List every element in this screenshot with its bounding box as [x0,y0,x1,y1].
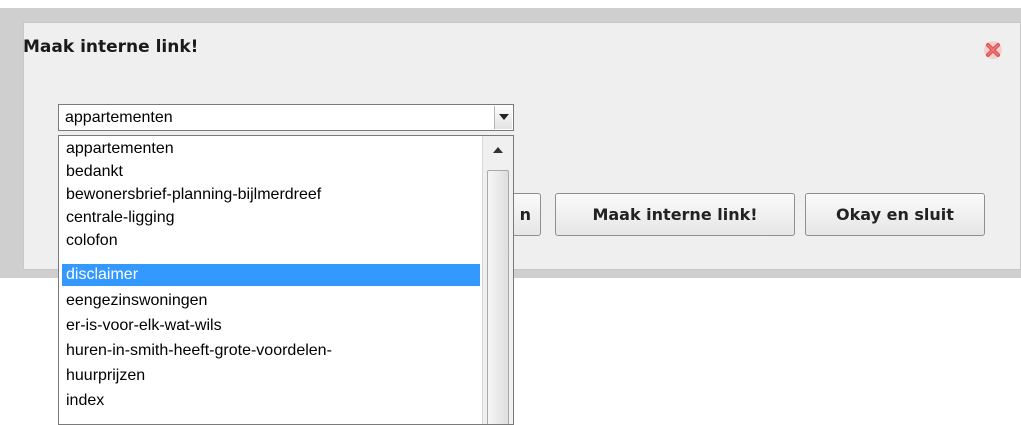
close-icon[interactable] [983,40,1003,60]
option-huren-in-smith[interactable]: huren-in-smith-heeft-grote-voordelen- [62,340,480,362]
make-internal-link-button[interactable]: Maak interne link! [555,193,795,236]
option-index[interactable]: index [62,390,480,412]
make-internal-link-button-label: Maak interne link! [592,205,758,224]
partially-hidden-button-label: n [519,205,531,224]
okay-close-button[interactable]: Okay en sluit [805,193,985,236]
option-disclaimer[interactable]: disclaimer [62,264,480,286]
option-bewonersbrief[interactable]: bewonersbrief-planning-bijlmerdreef [62,184,480,206]
option-huurprijzen[interactable]: huurprijzen [62,365,480,387]
chevron-up-icon [493,147,503,153]
page-select-value: appartementen [65,109,173,126]
list-scrollbar[interactable] [482,136,513,424]
option-appartementen[interactable]: appartementen [62,138,480,160]
scroll-thumb[interactable] [487,170,509,424]
option-centrale-ligging[interactable]: centrale-ligging [62,207,480,229]
page-options-list[interactable]: appartementen bedankt bewonersbrief-plan… [58,135,514,425]
page-select[interactable]: appartementen [58,104,514,131]
select-dropdown-button[interactable] [494,106,512,129]
option-colofon[interactable]: colofon [62,230,480,252]
dialog-title: Maak interne link! [23,37,199,57]
okay-close-button-label: Okay en sluit [836,205,954,224]
scroll-up-button[interactable] [489,142,507,158]
chevron-down-icon [499,114,509,120]
option-bedankt[interactable]: bedankt [62,161,480,183]
option-eengezinswoningen[interactable]: eengezinswoningen [62,290,480,312]
option-er-is-voor-elk-wat-wils[interactable]: er-is-voor-elk-wat-wils [62,315,480,337]
